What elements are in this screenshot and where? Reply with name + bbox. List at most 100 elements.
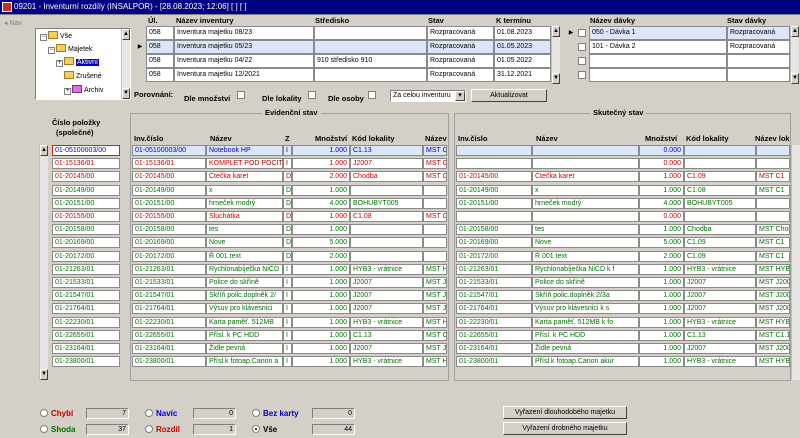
book-inv-number[interactable]: 01-21533/01: [132, 277, 206, 288]
actual-inv-number[interactable]: 01-21547/01: [456, 290, 532, 302]
actual-location-name[interactable]: MST J200: [756, 303, 790, 315]
item-number[interactable]: 01-20158/00: [52, 224, 120, 236]
actual-location-code[interactable]: C1.09: [684, 250, 756, 262]
actual-name[interactable]: Skříň polic.doplněk 2/3a: [532, 290, 639, 302]
book-quantity[interactable]: 5.000: [292, 237, 350, 249]
actual-quantity[interactable]: 5.000: [639, 237, 684, 249]
actual-quantity[interactable]: 1.000: [639, 263, 684, 275]
actual-location-code[interactable]: J2007: [684, 303, 756, 315]
actual-location-name[interactable]: MST C1.1: [756, 329, 790, 341]
item-number[interactable]: 01-21263/01: [52, 263, 120, 275]
book-z[interactable]: D: [283, 211, 292, 222]
book-z[interactable]: I: [283, 329, 292, 341]
book-quantity[interactable]: 1.000: [292, 290, 350, 302]
actual-inv-number[interactable]: 01-20169/00: [456, 237, 532, 249]
actual-location-name[interactable]: MST Chod: [756, 224, 790, 236]
book-location-code[interactable]: HYB3 - vrátnice: [350, 356, 423, 368]
book-quantity[interactable]: 1.000: [292, 184, 350, 196]
book-z[interactable]: I: [283, 158, 292, 170]
item-number[interactable]: 01-22655/01: [52, 329, 120, 341]
book-name[interactable]: Přísl.k fotoap.Canon a: [206, 356, 283, 368]
book-name[interactable]: Přísl. k PC HDD: [206, 329, 283, 341]
book-location-code[interactable]: J2007: [350, 343, 423, 354]
actual-inv-number[interactable]: 01-22655/01: [456, 329, 532, 341]
item-number[interactable]: 01-15136/01: [52, 158, 120, 170]
book-z[interactable]: D: [283, 237, 292, 249]
item-number[interactable]: 01-05100003/00: [52, 145, 120, 156]
item-number[interactable]: 01-21533/01: [52, 277, 120, 288]
actual-inv-number[interactable]: 01-20172/00: [456, 250, 532, 262]
actual-name[interactable]: [532, 211, 639, 222]
grid-scrollbar-right[interactable]: [791, 145, 800, 380]
actual-location-code[interactable]: C1.09: [684, 237, 756, 249]
book-quantity[interactable]: 1.000: [292, 329, 350, 341]
actual-location-name[interactable]: MST C1: [756, 171, 790, 183]
actual-location-code[interactable]: C1.09: [684, 171, 756, 183]
book-z[interactable]: D: [283, 197, 292, 209]
scroll-down-icon[interactable]: ▼: [40, 369, 48, 380]
actual-quantity[interactable]: 0.000: [639, 211, 684, 222]
discard-long-term-button[interactable]: Vyřazení dlouhodobého majetku: [503, 406, 627, 419]
actual-location-name[interactable]: MST HYB: [756, 263, 790, 275]
actual-quantity[interactable]: 1.000: [639, 224, 684, 236]
actual-location-code[interactable]: Chodba: [684, 224, 756, 236]
book-location-code[interactable]: J2007: [350, 303, 423, 315]
book-inv-number[interactable]: 01-20145/00: [132, 171, 206, 183]
book-quantity[interactable]: 1.000: [292, 211, 350, 222]
actual-quantity[interactable]: 1.000: [639, 290, 684, 302]
actual-location-code[interactable]: [684, 158, 756, 170]
actual-location-code[interactable]: HYB3 - vrátnice: [684, 316, 756, 328]
book-name[interactable]: KOMPLET POD POCIT: [206, 158, 283, 170]
book-inv-number[interactable]: 01-22230/01: [132, 316, 206, 328]
book-quantity[interactable]: 1.000: [292, 277, 350, 288]
book-inv-number[interactable]: 01-20158/00: [132, 224, 206, 236]
book-inv-number[interactable]: 01-21764/01: [132, 303, 206, 315]
book-z[interactable]: I: [283, 343, 292, 354]
book-name[interactable]: tes: [206, 224, 283, 236]
actual-quantity[interactable]: 1.000: [639, 303, 684, 315]
book-inv-number[interactable]: 01-22655/01: [132, 329, 206, 341]
book-z[interactable]: D: [283, 224, 292, 236]
actual-name[interactable]: Police do skříně: [532, 277, 639, 288]
actual-quantity[interactable]: 0.000: [639, 145, 684, 156]
book-location-name[interactable]: [423, 250, 447, 262]
actual-name[interactable]: Rychlonabíječka NiCD k f: [532, 263, 639, 275]
actual-quantity[interactable]: 0.000: [639, 158, 684, 170]
actual-quantity[interactable]: 2.000: [639, 250, 684, 262]
book-location-code[interactable]: C1.13: [350, 145, 423, 156]
actual-quantity[interactable]: 1.000: [639, 356, 684, 368]
book-quantity[interactable]: 2.000: [292, 171, 350, 183]
book-name[interactable]: Židle pevná: [206, 343, 283, 354]
book-name[interactable]: Rychlonabíječka NiCD: [206, 263, 283, 275]
book-name[interactable]: Sluchátka: [206, 211, 283, 222]
book-z[interactable]: I: [283, 356, 292, 368]
book-quantity[interactable]: 1.000: [292, 343, 350, 354]
actual-location-name[interactable]: MST J200: [756, 290, 790, 302]
book-location-name[interactable]: MST J: [423, 343, 447, 354]
item-number[interactable]: 01-21547/01: [52, 290, 120, 302]
actual-location-code[interactable]: [684, 211, 756, 222]
actual-quantity[interactable]: 1.000: [639, 329, 684, 341]
book-quantity[interactable]: 1.000: [292, 145, 350, 156]
actual-quantity[interactable]: 1.000: [639, 171, 684, 183]
actual-location-name[interactable]: MST C1: [756, 237, 790, 249]
item-number[interactable]: 01-20172/00: [52, 250, 120, 262]
actual-location-code[interactable]: HYB3 - vrátnice: [684, 263, 756, 275]
book-location-code[interactable]: BOHUBYT005: [350, 197, 423, 209]
item-number[interactable]: 01-20149/00: [52, 184, 120, 196]
actual-location-name[interactable]: MST HYB: [756, 356, 790, 368]
book-name[interactable]: Skříň polic.doplněk 2/: [206, 290, 283, 302]
actual-location-name[interactable]: MST J200: [756, 277, 790, 288]
actual-location-code[interactable]: HYB3 - vrátnice: [684, 356, 756, 368]
book-location-name[interactable]: [423, 224, 447, 236]
actual-name[interactable]: tes: [532, 224, 639, 236]
actual-location-code[interactable]: [684, 145, 756, 156]
book-inv-number[interactable]: 01-21263/01: [132, 263, 206, 275]
actual-location-name[interactable]: MST C1: [756, 250, 790, 262]
book-location-name[interactable]: MST C: [423, 329, 447, 341]
item-number[interactable]: 01-23164/01: [52, 343, 120, 354]
actual-name[interactable]: Přísl.k fotoap.Canon akur: [532, 356, 639, 368]
actual-inv-number[interactable]: 01-23800/01: [456, 356, 532, 368]
book-location-name[interactable]: MST H: [423, 263, 447, 275]
actual-location-code[interactable]: C1.13: [684, 329, 756, 341]
